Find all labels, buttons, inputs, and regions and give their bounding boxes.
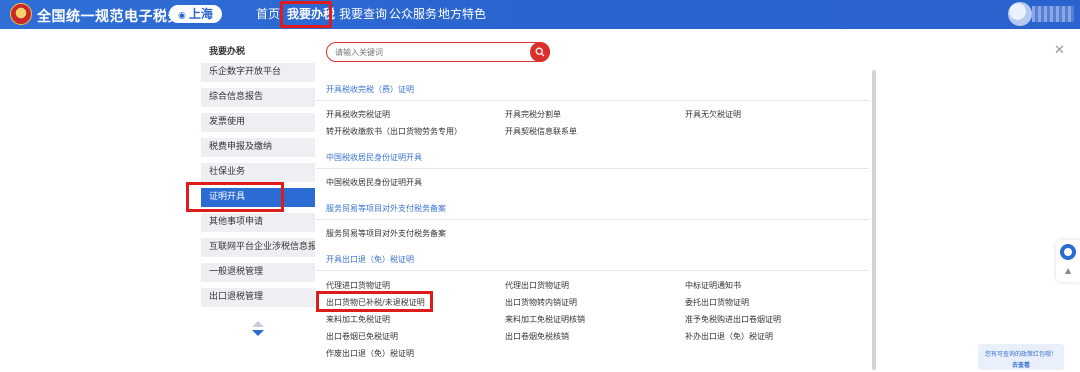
sidebar-item-invoice[interactable]: 发票使用: [201, 113, 315, 132]
nav-highlight-box: [280, 1, 332, 28]
search-box: [326, 42, 550, 62]
promo-banner[interactable]: 您有可查询的政策红包哦！ 去查看: [978, 344, 1064, 370]
link-payment-split[interactable]: 开具完税分割单: [505, 109, 561, 120]
link-processing-exempt[interactable]: 来料加工免税证明: [326, 314, 390, 325]
section-title-tax-payment-cert: 开具税收完税（费）证明: [316, 79, 869, 101]
content-scrollbar[interactable]: [872, 70, 876, 370]
nav-query[interactable]: 我要查询: [339, 0, 387, 29]
section-title-service-trade: 服务贸易等项目对外支付税务备案: [316, 198, 869, 220]
link-highlight-box: [316, 291, 433, 312]
promo-link[interactable]: 去查看: [978, 360, 1064, 369]
link-service-trade-filing[interactable]: 服务贸易等项目对外支付税务备案: [326, 228, 446, 239]
sidebar-title: 我要办税: [209, 47, 246, 57]
link-reissue-refund-cert[interactable]: 补办出口退（免）税证明: [685, 331, 773, 342]
link-bid-winning-notice[interactable]: 中标证明通知书: [685, 280, 741, 291]
nav-local-features[interactable]: 地方特色: [438, 0, 486, 29]
sidebar-item-refund[interactable]: 一般退税管理: [201, 263, 315, 282]
link-processing-exempt-verify[interactable]: 来料加工免税证明核销: [505, 314, 585, 325]
section-title-export-refund-cert: 开具出口退（免）税证明: [316, 249, 869, 271]
link-cigarette-exempt-verify[interactable]: 出口卷烟免税核销: [505, 331, 569, 342]
top-navigation-bar: 全国统一规范电子税务局 ◉ 上海 首页 我要办税 我要查询 公众服务 地方特色: [0, 0, 1080, 29]
nav-home[interactable]: 首页: [256, 0, 280, 29]
arrow-down-icon[interactable]: [252, 330, 264, 336]
close-icon[interactable]: ✕: [1054, 44, 1065, 57]
assistant-icon: [1060, 244, 1076, 260]
region-selector[interactable]: ◉ 上海: [169, 5, 222, 23]
sidebar-item-info-report[interactable]: 综合信息报告: [201, 88, 315, 107]
sidebar-highlight-box: [186, 182, 284, 212]
sidebar-item-platform-report[interactable]: 互联网平台企业涉税信息报送: [201, 238, 315, 257]
floating-assistant-button[interactable]: ▲: [1056, 240, 1080, 282]
chevron-up-icon: ▲: [1065, 266, 1072, 275]
link-void-refund-cert[interactable]: 作废出口退（免）税证明: [326, 348, 414, 359]
promo-text: 您有可查询的政策红包哦！: [984, 351, 1057, 358]
nav-public-service[interactable]: 公众服务: [389, 0, 437, 29]
tax-emblem-logo: [10, 3, 32, 25]
location-pin-icon: ◉: [178, 11, 186, 21]
search-input[interactable]: [335, 45, 525, 59]
link-tax-payment-cert[interactable]: 开具税收完税证明: [326, 109, 390, 120]
search-icon: [535, 47, 545, 57]
link-agent-export-cert[interactable]: 代理出口货物证明: [505, 280, 569, 291]
link-deed-tax-contact[interactable]: 开具契税信息联系单: [505, 126, 577, 137]
user-avatar[interactable]: [1008, 2, 1032, 26]
sidebar-item-social-security[interactable]: 社保业务: [201, 163, 315, 182]
section-title-tax-resident: 中国税收居民身份证明开具: [316, 147, 869, 169]
region-label: 上海: [188, 7, 213, 21]
blurred-username: [1032, 6, 1074, 22]
link-no-arrears-cert[interactable]: 开具无欠税证明: [685, 109, 741, 120]
link-entrusted-export[interactable]: 委托出口货物证明: [685, 297, 749, 308]
link-agent-import-cert[interactable]: 代理进口货物证明: [326, 280, 390, 291]
link-cigarette-purchase-cert[interactable]: 准予免税购进出口卷烟证明: [685, 314, 781, 325]
search-button[interactable]: [530, 42, 550, 62]
sidebar-scroll-arrows[interactable]: [252, 321, 264, 336]
arrow-up-icon[interactable]: [252, 321, 264, 327]
sidebar-item-export-refund[interactable]: 出口退税管理: [201, 288, 315, 307]
sidebar-item-leqi[interactable]: 乐企数字开放平台: [201, 63, 315, 82]
link-export-domestic-sale[interactable]: 出口货物转内销证明: [505, 297, 577, 308]
link-transfer-payment-book[interactable]: 转开税收缴款书（出口货物劳务专用）: [326, 126, 462, 137]
link-tax-resident-cert[interactable]: 中国税收居民身份证明开具: [326, 177, 422, 188]
sidebar-item-declaration[interactable]: 税费申报及缴纳: [201, 138, 315, 157]
link-cigarette-exempt-cert[interactable]: 出口卷烟已免税证明: [326, 331, 398, 342]
sidebar-item-other-apply[interactable]: 其他事项申请: [201, 213, 315, 232]
